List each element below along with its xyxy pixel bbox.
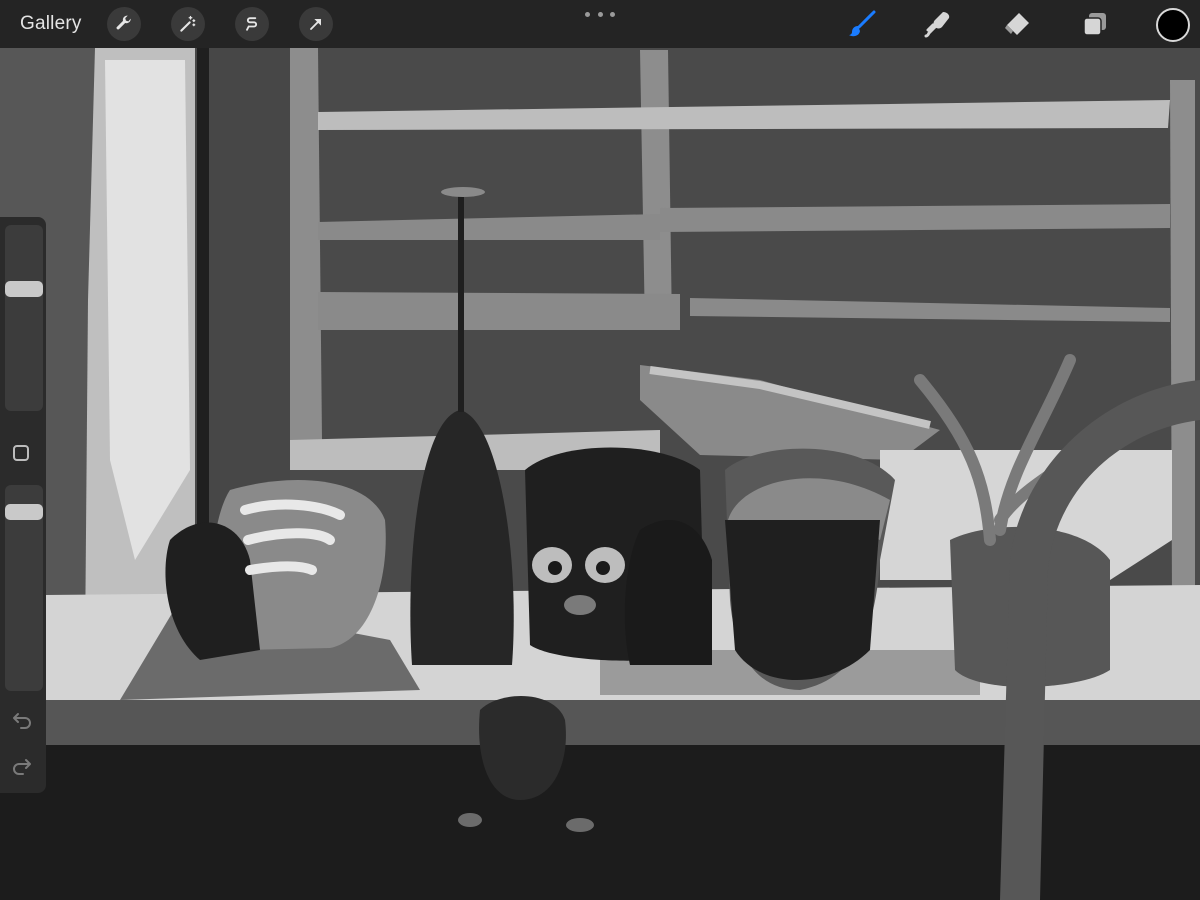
- transform-arrow-icon: [310, 18, 322, 30]
- left-sidebar: [0, 217, 46, 793]
- selection-button[interactable]: [235, 7, 269, 41]
- mug-pupil-left: [548, 561, 562, 575]
- gallery-button[interactable]: Gallery: [20, 13, 82, 35]
- opacity-slider[interactable]: [5, 485, 43, 691]
- bottle-wand: [458, 192, 464, 412]
- counter-highlight-2: [566, 818, 594, 832]
- bottle-wand-top: [441, 187, 485, 197]
- redo-icon[interactable]: [10, 753, 34, 777]
- brush-size-slider[interactable]: [5, 225, 43, 411]
- layers-icon: [1083, 13, 1106, 36]
- opacity-thumb[interactable]: [5, 504, 43, 520]
- window-frame-mid: [640, 50, 672, 330]
- adjustments-button[interactable]: [171, 7, 205, 41]
- undo-icon[interactable]: [10, 707, 34, 731]
- blind-slat-2b: [660, 204, 1170, 232]
- mug-pupil-right: [596, 561, 610, 575]
- color-picker-button[interactable]: [1156, 8, 1190, 42]
- eraser-icon: [1005, 13, 1029, 35]
- succulent-pot-dark: [725, 520, 880, 680]
- magic-wand-icon: [180, 15, 196, 32]
- more-options-icon[interactable]: [585, 8, 615, 20]
- counter-highlight-1: [458, 813, 482, 827]
- curtain-highlight-shape: [105, 60, 190, 560]
- brush-icon: [849, 10, 876, 37]
- smudge-icon: [924, 12, 950, 38]
- drawing-canvas[interactable]: [0, 48, 1200, 900]
- window-frame-right: [1170, 80, 1195, 600]
- actions-button[interactable]: [107, 7, 141, 41]
- smudge-tool-button[interactable]: [921, 7, 955, 41]
- window-frame-left: [290, 48, 322, 450]
- transform-button[interactable]: [299, 7, 333, 41]
- wrench-icon: [116, 15, 131, 30]
- mug-nose: [564, 595, 596, 615]
- blind-slat-3: [318, 292, 680, 330]
- brush-size-thumb[interactable]: [5, 281, 43, 297]
- layers-tool-button[interactable]: [1078, 7, 1112, 41]
- top-toolbar: Gallery: [0, 0, 1200, 48]
- selection-s-icon: [246, 17, 258, 31]
- modify-button[interactable]: [13, 445, 29, 461]
- eraser-tool-button[interactable]: [1000, 7, 1034, 41]
- dark-teapot-shape: [624, 520, 712, 665]
- brush-tool-button[interactable]: [845, 7, 879, 41]
